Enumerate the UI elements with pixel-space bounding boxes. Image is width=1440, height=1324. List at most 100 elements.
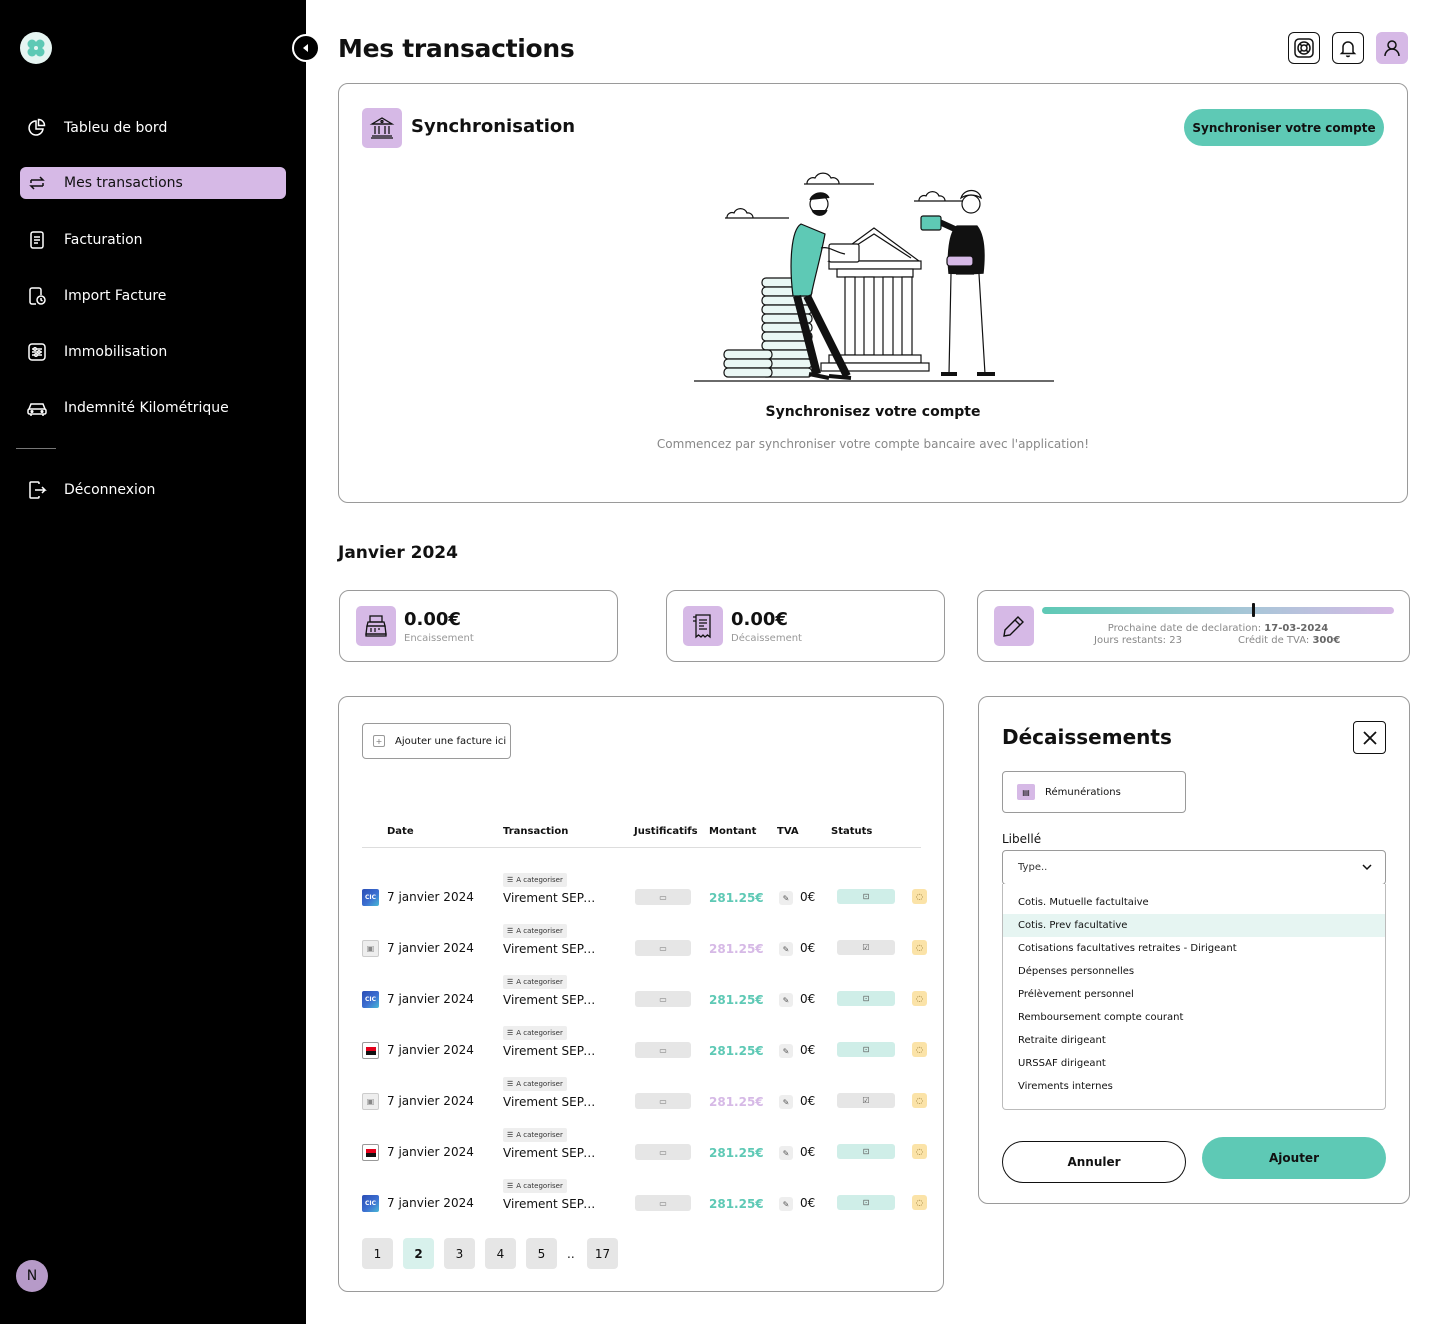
edit-tva-icon[interactable]: ✎ xyxy=(779,942,793,956)
sidebar-item-indemnite[interactable]: Indemnité Kilométrique xyxy=(20,392,286,424)
justificatif-attachment[interactable]: ▭ xyxy=(635,940,691,956)
close-button[interactable] xyxy=(1353,721,1386,754)
column-header-montant[interactable]: Montant xyxy=(709,826,756,837)
status-badge[interactable]: ⊡ xyxy=(837,1195,895,1210)
justificatif-attachment[interactable]: ▭ xyxy=(635,1042,691,1058)
add-invoice-button[interactable]: + Ajouter une facture ici xyxy=(362,723,511,759)
page-button-2[interactable]: 2 xyxy=(403,1238,434,1269)
column-header-justificatifs[interactable]: Justificatifs xyxy=(634,826,698,837)
status-icon: ⊡ xyxy=(862,1198,870,1207)
notifications-button[interactable] xyxy=(1332,32,1364,64)
add-button[interactable]: Ajouter xyxy=(1202,1137,1386,1179)
chevron-down-icon xyxy=(1362,864,1372,871)
status-icon: ☑ xyxy=(862,943,870,952)
dropdown-option[interactable]: Retraite dirigeant xyxy=(1003,1029,1385,1052)
column-header-date[interactable]: Date xyxy=(387,826,414,837)
user-profile-button[interactable] xyxy=(1376,32,1408,64)
libelle-select[interactable]: Type.. xyxy=(1002,850,1386,885)
sidebar-item-facturation[interactable]: Facturation xyxy=(20,224,286,256)
dropdown-option[interactable]: Cotis. Mutuelle factultaive xyxy=(1003,891,1385,914)
page-button-1[interactable]: 1 xyxy=(362,1238,393,1269)
dropdown-option[interactable]: Cotisations facultatives retraites - Dir… xyxy=(1003,937,1385,960)
dropdown-option[interactable]: Remboursement compte courant xyxy=(1003,1006,1385,1029)
column-header-transaction[interactable]: Transaction xyxy=(503,826,568,837)
edit-tva-icon[interactable]: ✎ xyxy=(779,1146,793,1160)
row-date: 7 janvier 2024 xyxy=(387,941,474,955)
sidebar-item-immobilisation[interactable]: Immobilisation xyxy=(20,336,286,368)
comment-icon[interactable]: ◌ xyxy=(912,1042,927,1057)
page-button-3[interactable]: 3 xyxy=(444,1238,475,1269)
page-button-5[interactable]: 5 xyxy=(526,1238,557,1269)
category-tag[interactable]: ☰ A categoriser xyxy=(503,873,567,887)
justificatif-attachment[interactable]: ▭ xyxy=(635,889,691,905)
dropdown-option[interactable]: URSSAF dirigeant xyxy=(1003,1052,1385,1075)
category-tag[interactable]: ☰ A categoriser xyxy=(503,1026,567,1040)
dropdown-option[interactable]: Dépenses personnelles xyxy=(1003,960,1385,983)
cancel-button[interactable]: Annuler xyxy=(1002,1141,1186,1183)
comment-icon[interactable]: ◌ xyxy=(912,1144,927,1159)
edit-tva-icon[interactable]: ✎ xyxy=(779,993,793,1007)
table-row[interactable]: CIC 7 janvier 2024 ☰ A categoriser Virement … xyxy=(339,873,945,924)
edit-tva-icon[interactable]: ✎ xyxy=(779,891,793,905)
edit-tva-icon[interactable]: ✎ xyxy=(779,1044,793,1058)
comment-icon[interactable]: ◌ xyxy=(912,940,927,955)
justificatif-attachment[interactable]: ▭ xyxy=(635,1195,691,1211)
sidebar-item-label: Tableu de bord xyxy=(64,120,168,136)
row-tva: 0€ xyxy=(800,1094,816,1108)
status-badge[interactable]: ☑ xyxy=(837,1093,895,1108)
status-badge[interactable]: ☑ xyxy=(837,940,895,955)
sync-account-button[interactable]: Synchroniser votre compte xyxy=(1184,109,1384,146)
category-tag[interactable]: ☰ A categoriser xyxy=(503,1128,567,1142)
category-tag-label: A categoriser xyxy=(516,876,563,884)
table-row[interactable]: CIC 7 janvier 2024 ☰ A categoriser Virement … xyxy=(339,975,945,1026)
status-badge[interactable]: ⊡ xyxy=(837,889,895,904)
column-header-tva[interactable]: TVA xyxy=(777,826,799,837)
category-tag[interactable]: ☰ A categoriser xyxy=(503,924,567,938)
logout-icon xyxy=(26,479,48,501)
category-tag[interactable]: ☰ A categoriser xyxy=(503,1179,567,1193)
status-badge[interactable]: ⊡ xyxy=(837,1042,895,1057)
justificatif-attachment[interactable]: ▭ xyxy=(635,991,691,1007)
status-badge[interactable]: ⊡ xyxy=(837,1144,895,1159)
tva-credit: Crédit de TVA: 300€ xyxy=(1238,635,1340,646)
justificatif-attachment[interactable]: ▭ xyxy=(635,1144,691,1160)
comment-icon[interactable]: ◌ xyxy=(912,889,927,904)
list-icon: ☰ xyxy=(507,978,514,986)
page-button-4[interactable]: 4 xyxy=(485,1238,516,1269)
support-button[interactable] xyxy=(1288,32,1320,64)
sidebar-collapse-button[interactable] xyxy=(292,34,320,62)
column-header-statuts[interactable]: Statuts xyxy=(831,826,872,837)
category-tag-label: A categoriser xyxy=(516,1131,563,1139)
table-row[interactable]: ▣ 7 janvier 2024 ☰ A categoriser Virement SE… xyxy=(339,924,945,975)
comment-icon[interactable]: ◌ xyxy=(912,991,927,1006)
table-row[interactable]: CIC 7 janvier 2024 ☰ A categoriser Virement … xyxy=(339,1179,945,1230)
edit-tva-icon[interactable]: ✎ xyxy=(779,1095,793,1109)
dropdown-option[interactable]: Virements internes xyxy=(1003,1075,1385,1098)
dropdown-option[interactable]: Prélèvement personnel xyxy=(1003,983,1385,1006)
days-remaining-label: Jours restants: xyxy=(1094,635,1167,646)
row-tva: 0€ xyxy=(800,1043,816,1057)
comment-icon[interactable]: ◌ xyxy=(912,1195,927,1210)
category-tag[interactable]: ☰ A categoriser xyxy=(503,975,567,989)
comment-icon[interactable]: ◌ xyxy=(912,1093,927,1108)
status-badge[interactable]: ⊡ xyxy=(837,991,895,1006)
category-tag[interactable]: ☰ A categoriser xyxy=(503,1077,567,1091)
table-row[interactable]: 7 janvier 2024 ☰ A categoriser Virement SEP… xyxy=(339,1128,945,1179)
justificatif-attachment[interactable]: ▭ xyxy=(635,1093,691,1109)
category-chip[interactable]: ▤ Rémunérations xyxy=(1002,771,1186,813)
sidebar-item-logout[interactable]: Déconnexion xyxy=(20,474,286,506)
page-button-last[interactable]: 17 xyxy=(587,1238,618,1269)
status-icon: ☑ xyxy=(862,1096,870,1105)
next-declaration-label: Prochaine date de declaration: xyxy=(1107,623,1262,634)
sidebar-item-import-facture[interactable]: Import Facture xyxy=(20,280,286,312)
decaissement-card: 0.00€ Décaissement xyxy=(666,590,945,662)
app-logo[interactable] xyxy=(20,32,52,64)
row-transaction: Virement SEPA Chèque xyxy=(503,1095,603,1109)
table-row[interactable]: 7 janvier 2024 ☰ A categoriser Virement SEP… xyxy=(339,1026,945,1077)
sidebar-item-transactions[interactable]: Mes transactions xyxy=(20,167,286,199)
dropdown-option[interactable]: Cotis. Prev facultative xyxy=(1003,914,1385,937)
sidebar-item-dashboard[interactable]: Tableu de bord xyxy=(20,112,286,144)
edit-tva-icon[interactable]: ✎ xyxy=(779,1197,793,1211)
table-row[interactable]: ▣ 7 janvier 2024 ☰ A categoriser Virement SE… xyxy=(339,1077,945,1128)
avatar[interactable]: N xyxy=(16,1260,48,1292)
